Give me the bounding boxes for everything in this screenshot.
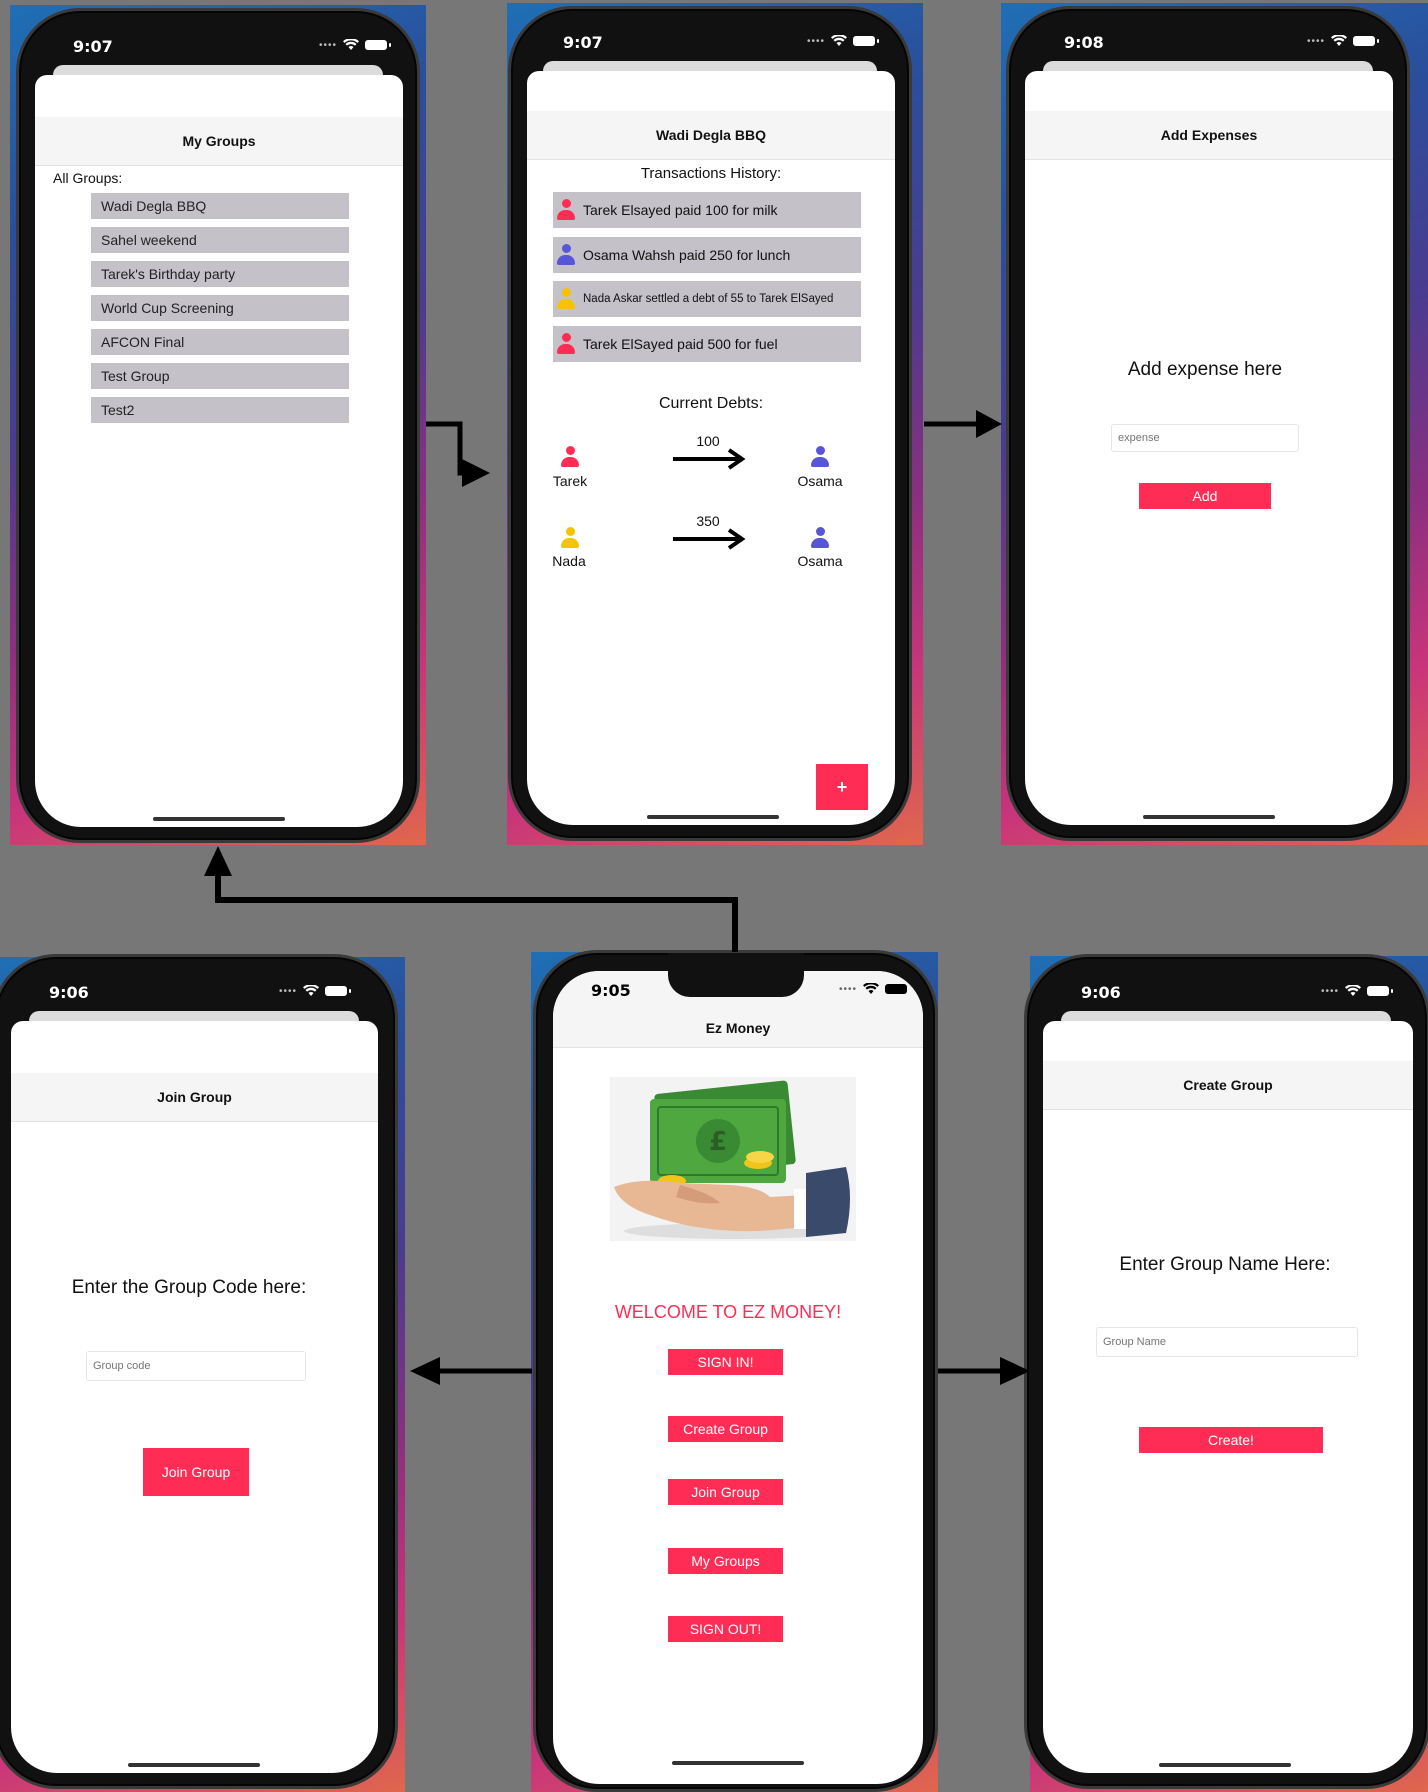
arrowhead <box>1000 1357 1030 1385</box>
arrowhead <box>976 410 1002 438</box>
status-time: 9:05 <box>591 981 631 1000</box>
wifi-icon <box>863 983 880 994</box>
notch <box>668 953 804 997</box>
battery-icon <box>885 984 908 994</box>
arrowhead <box>204 846 232 876</box>
signal-icon: •••• <box>839 983 858 995</box>
arrowhead <box>462 459 490 487</box>
flow-arrows <box>204 410 1030 1385</box>
arrowhead <box>410 1357 440 1385</box>
arrow-home-to-mygroups <box>215 870 738 952</box>
